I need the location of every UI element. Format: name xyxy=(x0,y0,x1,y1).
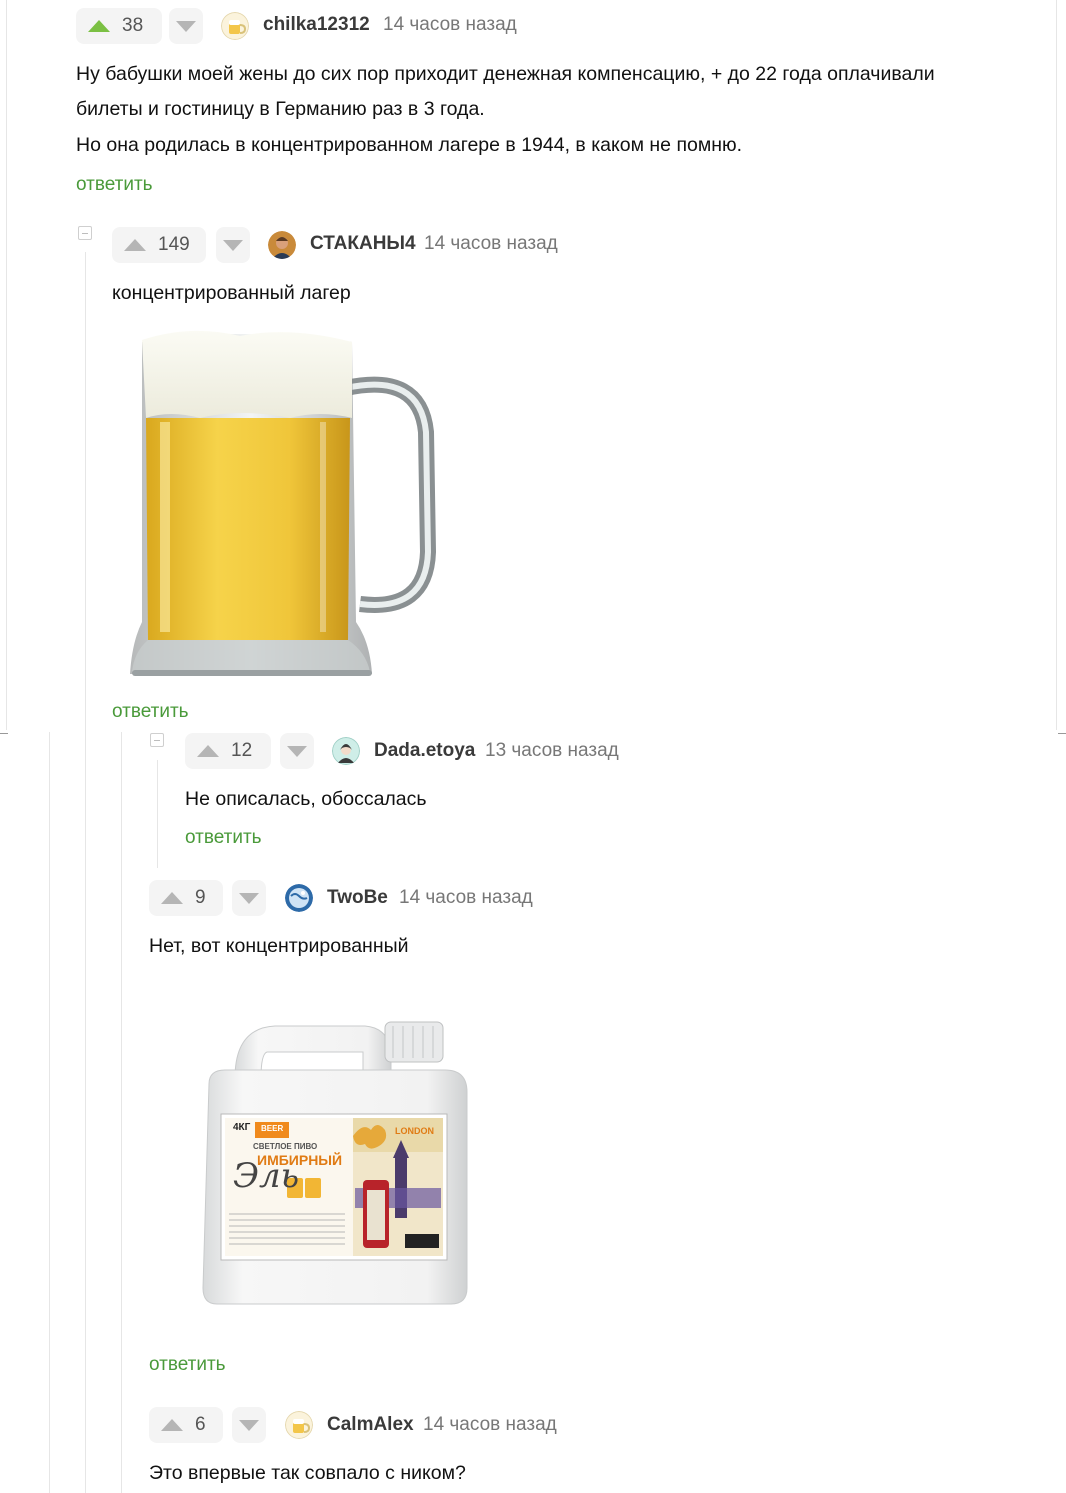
downvote-arrow-icon xyxy=(287,745,307,757)
comment-text-line: Но она родилась в концентрированном лаге… xyxy=(76,134,743,156)
thread-rail xyxy=(157,760,158,868)
author-name[interactable]: TwoBe xyxy=(327,887,388,909)
canister-label-city: LONDON xyxy=(395,1126,434,1136)
downvote-button[interactable] xyxy=(216,227,250,263)
timestamp: 14 часов назад xyxy=(423,1414,557,1435)
thread-rail xyxy=(121,732,122,1493)
thread-rail xyxy=(85,252,86,732)
downvote-button[interactable] xyxy=(232,1407,266,1443)
thread-rail xyxy=(1056,0,1057,730)
timestamp: 13 часов назад xyxy=(485,740,619,761)
beer-mug-image[interactable] xyxy=(120,322,450,688)
thread-rail xyxy=(85,732,86,1493)
author-name[interactable]: Dada.etoya xyxy=(374,740,475,762)
canister-label-weight: 4КГ xyxy=(233,1122,251,1133)
reply-link[interactable]: ответить xyxy=(112,701,189,723)
avatar[interactable] xyxy=(285,884,313,912)
author-name[interactable]: chilka12312 xyxy=(263,14,370,36)
comment-text-line: Нет, вот концентрированный xyxy=(149,935,409,957)
downvote-button[interactable] xyxy=(280,733,314,769)
upvote-arrow-icon[interactable] xyxy=(122,238,148,252)
beer-avatar-icon xyxy=(285,1411,313,1439)
reply-link[interactable]: ответить xyxy=(149,1354,226,1376)
rating-pill: 9 xyxy=(149,880,223,916)
rating-count: 38 xyxy=(122,15,144,36)
avatar[interactable] xyxy=(332,737,360,765)
reply-link[interactable]: ответить xyxy=(185,827,262,849)
upvote-arrow-icon[interactable] xyxy=(159,891,185,905)
comment-text-line: билеты и гостиницу в Германию раз в 3 го… xyxy=(76,98,485,120)
canister-label-brand: BEER xyxy=(261,1124,284,1133)
rating-count: 12 xyxy=(231,740,253,761)
divider xyxy=(0,733,8,734)
man-photo-avatar-icon xyxy=(268,231,296,259)
upvote-arrow-icon[interactable] xyxy=(86,19,112,33)
downvote-button[interactable] xyxy=(232,880,266,916)
girl-drawing-avatar-icon xyxy=(332,737,360,765)
divider xyxy=(1058,733,1066,734)
timestamp: 14 часов назад xyxy=(399,887,533,908)
avatar[interactable] xyxy=(285,1411,313,1439)
downvote-arrow-icon xyxy=(239,892,259,904)
timestamp: 14 часов назад xyxy=(424,233,558,254)
downvote-arrow-icon xyxy=(239,1419,259,1431)
beer-avatar-icon xyxy=(221,12,249,40)
avatar[interactable] xyxy=(221,12,249,40)
reply-link[interactable]: ответить xyxy=(76,174,153,196)
beer-concentrate-canister-image[interactable]: 4КГ BEER СВЕТЛОЕ ПИВО ИМБИРНЫЙ Эль LONDO… xyxy=(195,1018,475,1310)
downvote-arrow-icon xyxy=(223,239,243,251)
rating-count: 149 xyxy=(158,234,190,255)
thread-rail xyxy=(6,0,7,730)
downvote-arrow-icon xyxy=(176,20,196,32)
rating-pill: 6 xyxy=(149,1407,223,1443)
upvote-arrow-icon[interactable] xyxy=(195,744,221,758)
rating-count: 9 xyxy=(195,887,206,908)
collapse-thread-button[interactable] xyxy=(78,226,92,240)
comment-text-line: Это впервые так совпало с ником? xyxy=(149,1462,466,1484)
thread-rail xyxy=(49,732,50,1493)
author-name[interactable]: CalmAlex xyxy=(327,1414,414,1436)
timestamp: 14 часов назад xyxy=(383,14,517,35)
rating-pill: 12 xyxy=(185,733,271,769)
comment-text-line: Не описалась, обоссалась xyxy=(185,788,427,810)
rating-pill: 149 xyxy=(112,227,206,263)
canister-label-kind: СВЕТЛОЕ ПИВО xyxy=(253,1142,318,1151)
comment-text-line: концентрированный лагер xyxy=(112,282,351,304)
globe-avatar-icon xyxy=(285,884,313,912)
collapse-thread-button[interactable] xyxy=(150,733,164,747)
comment-text-line: Ну бабушки моей жены до сих пор приходит… xyxy=(76,63,935,85)
author-name[interactable]: СТАКАНЫ4 xyxy=(310,233,416,255)
rating-count: 6 xyxy=(195,1414,206,1435)
upvote-arrow-icon[interactable] xyxy=(159,1418,185,1432)
avatar[interactable] xyxy=(268,231,296,259)
rating-pill: 38 xyxy=(76,8,162,44)
downvote-button[interactable] xyxy=(169,8,203,44)
canister-label-script: Эль xyxy=(233,1156,300,1196)
